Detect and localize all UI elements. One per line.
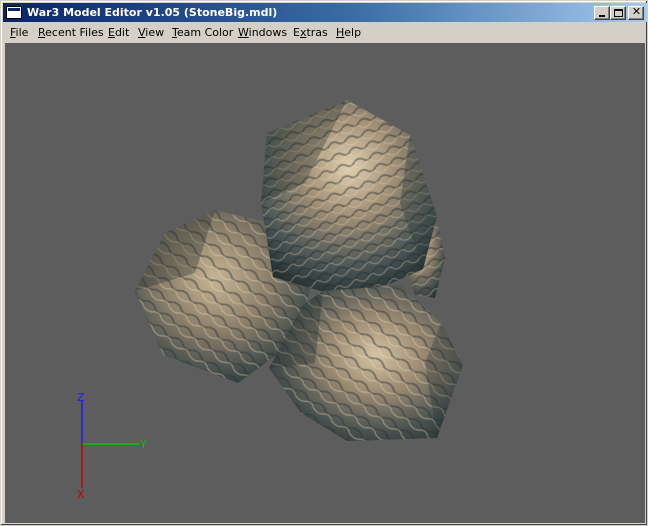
- app-window: War3 Model Editor v1.05 (StoneBig.mdl) ✕…: [0, 0, 648, 526]
- menu-help[interactable]: Help: [336, 26, 361, 40]
- minimize-button[interactable]: [594, 6, 610, 20]
- z-axis-label: Z: [77, 391, 85, 404]
- menu-extras[interactable]: Extras: [293, 26, 328, 40]
- menu-file[interactable]: File: [10, 26, 28, 40]
- x-axis-label: X: [77, 488, 85, 501]
- y-axis-label: Y: [139, 438, 147, 451]
- close-icon: ✕: [631, 5, 642, 18]
- menu-windows[interactable]: Windows: [238, 26, 287, 40]
- stone-top: [261, 100, 437, 291]
- model-render: Z Y X: [77, 100, 463, 501]
- menu-team-color[interactable]: Team Color: [172, 26, 233, 40]
- axis-gizmo: Z Y X: [77, 391, 147, 501]
- close-button[interactable]: ✕: [628, 5, 644, 20]
- maximize-button[interactable]: [610, 6, 626, 20]
- maximize-icon: [614, 9, 623, 17]
- minimize-icon: [599, 15, 605, 17]
- menu-bar: File Recent Files Edit View Team Color W…: [3, 23, 647, 42]
- title-bar[interactable]: War3 Model Editor v1.05 (StoneBig.mdl) ✕: [3, 3, 647, 22]
- menu-edit[interactable]: Edit: [108, 26, 129, 40]
- 3d-viewport[interactable]: Z Y X: [5, 43, 645, 523]
- window-app-icon[interactable]: [6, 6, 22, 19]
- menu-recent-files[interactable]: Recent Files: [38, 26, 104, 40]
- menu-view[interactable]: View: [138, 26, 164, 40]
- window-title: War3 Model Editor v1.05 (StoneBig.mdl): [27, 6, 278, 19]
